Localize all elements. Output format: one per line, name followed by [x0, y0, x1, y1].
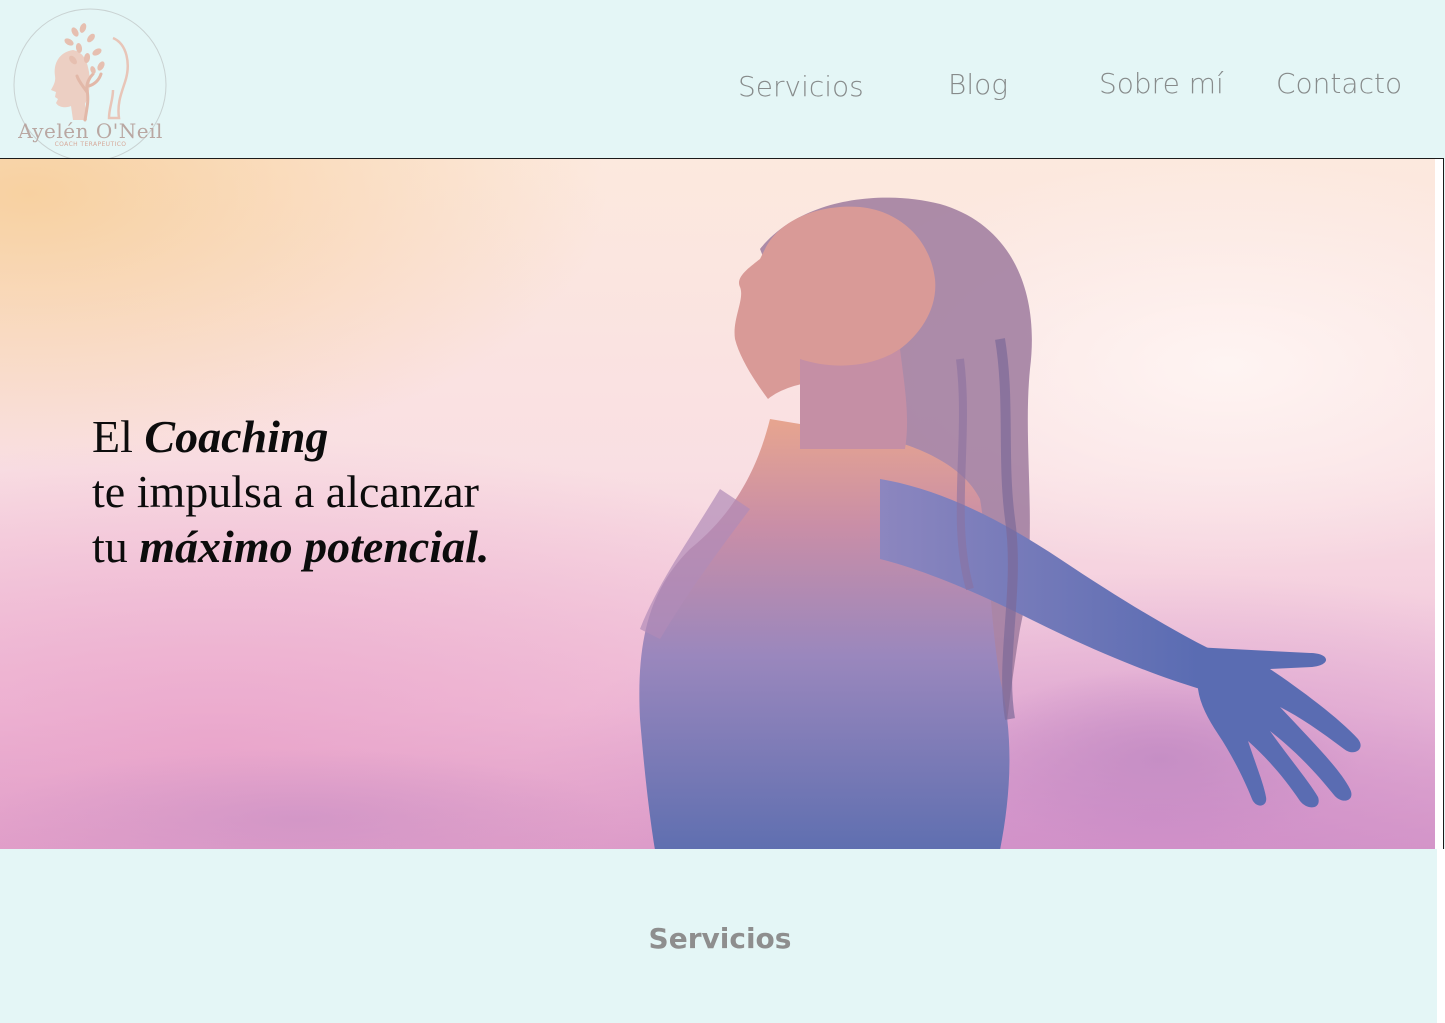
- hero-line-3-prefix: tu: [92, 521, 140, 572]
- nav-link-blog[interactable]: Blog: [948, 68, 1008, 101]
- hero-right-edge: [1435, 159, 1443, 849]
- nav-link-sobre-mi[interactable]: Sobre mí: [1099, 67, 1224, 100]
- services-section: Servicios: [0, 849, 1437, 1023]
- hero-line-2: te impulsa a alcanzar: [92, 466, 479, 517]
- site-header: Ayelén O'Neil COACH TERAPEUTICO Servicio…: [0, 0, 1445, 158]
- nav-link-contacto[interactable]: Contacto: [1276, 67, 1402, 100]
- services-heading: Servicios: [648, 922, 792, 955]
- nav-link-servicios[interactable]: Servicios: [738, 70, 864, 103]
- hero-line-1: El Coaching: [92, 409, 489, 464]
- hero-line-3-emphasis: máximo potencial.: [139, 521, 490, 572]
- hero-line-1-emphasis: Coaching: [144, 411, 329, 462]
- hero-line-3: tu máximo potencial.: [92, 519, 489, 574]
- brand-logo[interactable]: Ayelén O'Neil COACH TERAPEUTICO: [13, 8, 168, 158]
- brand-name: Ayelén O'Neil: [18, 119, 163, 143]
- page-right-edge: [1437, 849, 1445, 1023]
- hero-headline: El Coaching te impulsa a alcanzar tu máx…: [92, 409, 489, 574]
- hero-line-1-prefix: El: [92, 411, 145, 462]
- brand-tagline: COACH TERAPEUTICO: [54, 141, 127, 148]
- hero-banner: El Coaching te impulsa a alcanzar tu máx…: [0, 158, 1444, 849]
